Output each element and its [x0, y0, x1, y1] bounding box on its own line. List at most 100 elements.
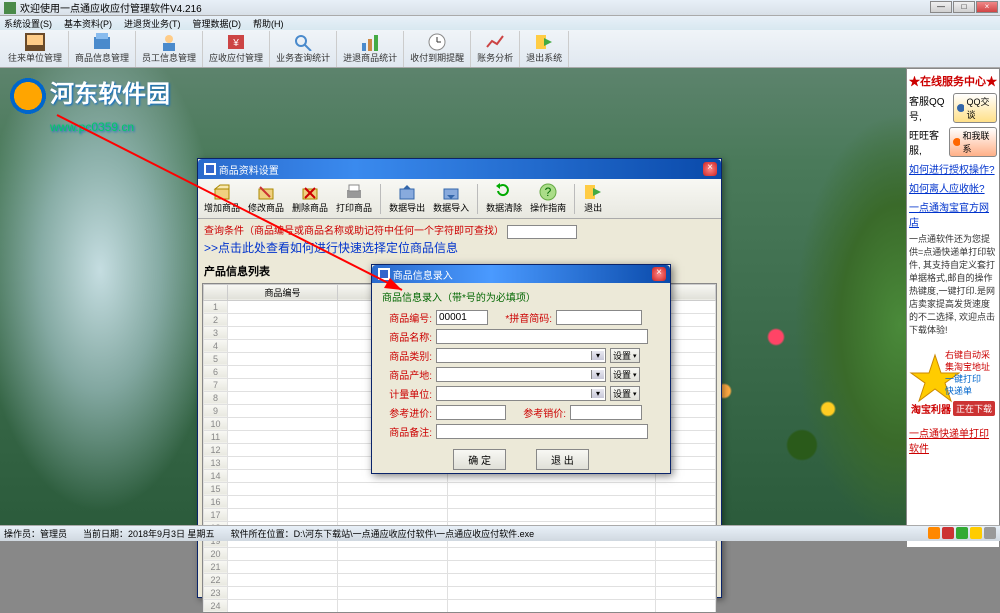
product-entry-dialog: 商品信息录入 × 商品信息录入（带*号的为必填项） 商品编号: *拼音简码: 商…	[371, 264, 671, 474]
combo-unit[interactable]	[436, 386, 606, 401]
win1-close-button[interactable]: ×	[703, 162, 717, 176]
cancel-button[interactable]: 退 出	[536, 449, 589, 470]
tray-icon[interactable]	[942, 527, 954, 539]
tb-productstat[interactable]: 进退商品统计	[337, 31, 404, 67]
wangwang-button[interactable]: 和我联系	[949, 127, 997, 157]
win1-titlebar[interactable]: 商品资料设置 ×	[198, 159, 721, 179]
label-memo: 商品备注:	[382, 424, 432, 439]
btn-set-category[interactable]: 设置	[610, 348, 640, 363]
close-button[interactable]: ×	[976, 1, 998, 13]
btn-export[interactable]: 数据导出	[387, 182, 427, 215]
sidebar-header: ★在线服务中心★	[909, 73, 997, 89]
input-name[interactable]	[436, 329, 648, 344]
btn-set-unit[interactable]: 设置	[610, 386, 640, 401]
tray-icon[interactable]	[970, 527, 982, 539]
input-code[interactable]	[436, 310, 488, 325]
tb-analysis[interactable]: 账务分析	[471, 31, 520, 67]
label-unit: 计量单位:	[382, 386, 432, 401]
combo-origin[interactable]	[436, 367, 606, 382]
table-row[interactable]: 21	[204, 560, 716, 573]
input-outprice[interactable]	[570, 405, 642, 420]
link-auth-help[interactable]: 如何进行授权操作?	[909, 161, 997, 176]
col-rownum[interactable]	[204, 284, 228, 300]
status-user: 操作员：管理员	[4, 527, 67, 540]
win2-titlebar[interactable]: 商品信息录入 ×	[372, 265, 670, 283]
btn-set-origin[interactable]: 设置	[610, 367, 640, 382]
table-row[interactable]: 16	[204, 495, 716, 508]
label-category: 商品类别:	[382, 348, 432, 363]
ok-button[interactable]: 确 定	[453, 449, 506, 470]
filter-label: 查询条件（商品编号或商品名称或助记符中任何一个字符即可查找）	[204, 226, 504, 237]
table-row[interactable]: 25	[204, 612, 716, 613]
svg-text:?: ?	[545, 185, 552, 199]
tray-icon[interactable]	[928, 527, 940, 539]
btn-clear[interactable]: 数据清除	[484, 182, 524, 215]
table-row[interactable]: 17	[204, 508, 716, 521]
tray-icon[interactable]	[984, 527, 996, 539]
btn-import[interactable]: 数据导入	[431, 182, 471, 215]
wangwang-label: 旺旺客服,	[909, 127, 947, 157]
tb-exit[interactable]: 退出系统	[520, 31, 569, 67]
win2-close-button[interactable]: ×	[652, 267, 666, 281]
status-date: 当前日期：2018年9月3日 星期五	[83, 527, 215, 540]
table-row[interactable]: 15	[204, 482, 716, 495]
btn-add-product[interactable]: 增加商品	[202, 182, 242, 215]
site-watermark: 河东软件园 www.pc0359.cn	[10, 78, 170, 144]
label-origin: 商品产地:	[382, 367, 432, 382]
tb-partners[interactable]: 往来单位管理	[2, 31, 69, 67]
filter-hint-link[interactable]: >>点击此处查看如何进行快速选择定位商品信息	[204, 241, 458, 255]
main-toolbar: 往来单位管理 商品信息管理 员工信息管理 ¥应收应付管理 业务查询统计 进退商品…	[0, 30, 1000, 68]
dialog-icon	[378, 268, 390, 280]
main-window: 欢迎使用一点通应收应付管理软件V4.216 — □ × 系统设置(S) 基本资料…	[0, 0, 1000, 541]
btn-help[interactable]: ?操作指南	[528, 182, 568, 215]
tb-reminder[interactable]: 收付到期提醒	[404, 31, 471, 67]
promo-star[interactable]: 右键自动采 集淘宝地址 一键打印 快递单 淘宝利器 正在下载	[909, 343, 999, 423]
minimize-button[interactable]: —	[930, 1, 952, 13]
tb-querystat[interactable]: 业务查询统计	[270, 31, 337, 67]
btn-print-product[interactable]: 打印商品	[334, 182, 374, 215]
label-outprice: 参考销价:	[510, 405, 566, 420]
service-sidebar: ★在线服务中心★ 客服QQ号,QQ交谈 旺旺客服,和我联系 如何进行授权操作? …	[906, 68, 1000, 548]
filter-input[interactable]	[507, 225, 577, 239]
link-offline-help[interactable]: 如何离人应收帐?	[909, 180, 997, 195]
table-row[interactable]: 22	[204, 573, 716, 586]
menubar: 系统设置(S) 基本资料(P) 进退货业务(T) 管理数据(D) 帮助(H)	[0, 16, 1000, 30]
qq-label: 客服QQ号,	[909, 93, 951, 123]
menu-business[interactable]: 进退货业务(T)	[124, 17, 181, 30]
combo-category[interactable]	[436, 348, 606, 363]
tb-receivables[interactable]: ¥应收应付管理	[203, 31, 270, 67]
link-taobao-shop[interactable]: 一点通淘宝官方网店	[909, 199, 997, 229]
window-icon	[204, 163, 216, 175]
win1-toolbar: 增加商品 修改商品 删除商品 打印商品 数据导出 数据导入 数据清除 ?操作指南…	[198, 179, 721, 219]
tray-icon[interactable]	[956, 527, 968, 539]
label-code: 商品编号:	[382, 310, 432, 325]
table-row[interactable]: 24	[204, 599, 716, 612]
promo-text: 一点通软件还为您提供=点通快递单打印软件, 其支持自定义套打单据格式,邮自的操作…	[909, 233, 997, 337]
label-inprice: 参考进价:	[382, 405, 432, 420]
window-title: 欢迎使用一点通应收应付管理软件V4.216	[20, 0, 202, 15]
menu-system[interactable]: 系统设置(S)	[4, 17, 52, 30]
svg-text:¥: ¥	[232, 38, 239, 49]
col-code[interactable]: 商品编号	[228, 284, 338, 300]
label-pinyin: *拼音简码:	[492, 310, 552, 325]
app-icon	[4, 2, 16, 14]
btn-delete-product[interactable]: 删除商品	[290, 182, 330, 215]
menu-help[interactable]: 帮助(H)	[253, 17, 284, 30]
qq-chat-button[interactable]: QQ交谈	[953, 93, 997, 123]
statusbar: 操作员：管理员 当前日期：2018年9月3日 星期五 软件所在位置：D:\河东下…	[0, 525, 1000, 541]
input-inprice[interactable]	[436, 405, 506, 420]
menu-basicdata[interactable]: 基本资料(P)	[64, 17, 112, 30]
status-location: 软件所在位置：D:\河东下载站\一点通应收应付软件\一点通应收应付软件.exe	[231, 527, 535, 540]
menu-managedata[interactable]: 管理数据(D)	[193, 17, 242, 30]
btn-win1-exit[interactable]: 退出	[581, 182, 605, 215]
input-memo[interactable]	[436, 424, 648, 439]
form-title: 商品信息录入（带*号的为必填项）	[382, 289, 660, 304]
input-pinyin[interactable]	[556, 310, 642, 325]
table-row[interactable]: 20	[204, 547, 716, 560]
maximize-button[interactable]: □	[953, 1, 975, 13]
titlebar: 欢迎使用一点通应收应付管理软件V4.216 — □ ×	[0, 0, 1000, 16]
tb-products[interactable]: 商品信息管理	[69, 31, 136, 67]
btn-edit-product[interactable]: 修改商品	[246, 182, 286, 215]
tb-employees[interactable]: 员工信息管理	[136, 31, 203, 67]
table-row[interactable]: 23	[204, 586, 716, 599]
